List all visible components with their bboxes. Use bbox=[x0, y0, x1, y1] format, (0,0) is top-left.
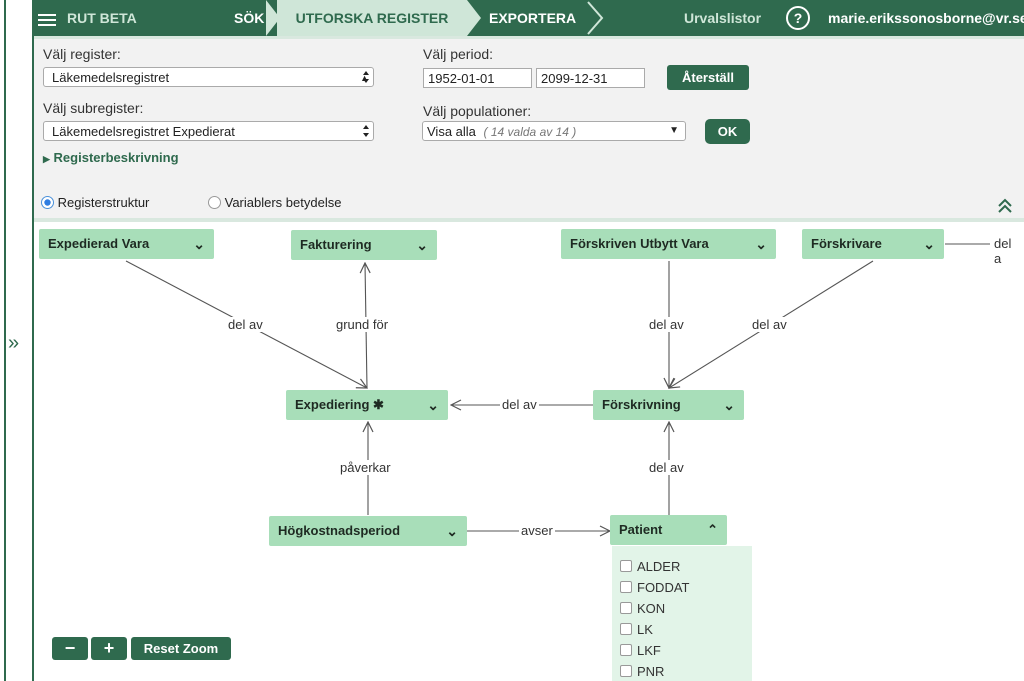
edge-label: del a bbox=[992, 236, 1024, 266]
chevron-up-icon[interactable]: ⌃ bbox=[707, 515, 718, 545]
variable-pnr[interactable]: PNR bbox=[620, 664, 664, 679]
node-label: Förskriven Utbytt Vara bbox=[570, 236, 709, 251]
checkbox-icon[interactable] bbox=[620, 602, 632, 614]
variable-lkf[interactable]: LKF bbox=[620, 643, 661, 658]
variable-kon[interactable]: KON bbox=[620, 601, 665, 616]
node-label: Fakturering bbox=[300, 237, 372, 252]
zoom-in-button[interactable]: + bbox=[91, 637, 127, 660]
checkbox-icon[interactable] bbox=[620, 581, 632, 593]
variable-lk[interactable]: LK bbox=[620, 622, 653, 637]
variable-label: ALDER bbox=[637, 559, 681, 574]
edge-label: avser bbox=[519, 523, 555, 538]
variable-label: PNR bbox=[637, 664, 665, 679]
node-label: Förskrivning bbox=[602, 397, 681, 412]
chevron-down-icon[interactable]: ⌄ bbox=[923, 229, 935, 259]
reset-zoom-button[interactable]: Reset Zoom bbox=[131, 637, 231, 660]
edge-label: del av bbox=[647, 317, 686, 332]
chevron-down-icon[interactable]: ⌄ bbox=[416, 230, 428, 260]
node-expedierad-vara[interactable]: Expedierad Vara ⌄ bbox=[39, 229, 214, 259]
variable-label: LKF bbox=[637, 643, 661, 658]
node-hogkostnadsperiod[interactable]: Högkostnadsperiod ⌄ bbox=[269, 516, 467, 546]
chevron-down-icon[interactable]: ⌄ bbox=[193, 229, 205, 259]
variable-foddat[interactable]: FODDAT bbox=[620, 580, 689, 595]
variable-alder[interactable]: ALDER bbox=[620, 559, 680, 574]
node-label: Förskrivare bbox=[811, 236, 882, 251]
node-forskrivning[interactable]: Förskrivning ⌄ bbox=[593, 390, 744, 420]
edge-label: del av bbox=[647, 460, 686, 475]
chevron-down-icon[interactable]: ⌄ bbox=[755, 229, 767, 259]
checkbox-icon[interactable] bbox=[620, 560, 632, 572]
node-expediering[interactable]: Expediering ✱ ⌄ bbox=[286, 390, 448, 420]
zoom-out-button[interactable]: − bbox=[52, 637, 88, 660]
chevron-down-icon[interactable]: ⌄ bbox=[446, 516, 458, 546]
node-forskriven-utbytt-vara[interactable]: Förskriven Utbytt Vara ⌄ bbox=[561, 229, 776, 259]
checkbox-icon[interactable] bbox=[620, 623, 632, 635]
chevron-down-icon[interactable]: ⌄ bbox=[723, 390, 735, 420]
edge-label: del av bbox=[226, 317, 265, 332]
edge-label: del av bbox=[500, 397, 539, 412]
patient-variable-list: ALDER FODDAT KON LK LKF PNR bbox=[612, 546, 752, 681]
variable-label: LK bbox=[637, 622, 653, 637]
chevron-down-icon[interactable]: ⌄ bbox=[427, 390, 439, 420]
variable-label: KON bbox=[637, 601, 666, 616]
edge-label: påverkar bbox=[338, 460, 393, 475]
checkbox-icon[interactable] bbox=[620, 665, 632, 677]
node-label: Patient bbox=[619, 522, 663, 537]
node-label: Expedierad Vara bbox=[48, 236, 150, 251]
graph-edges bbox=[125, 243, 990, 681]
variable-label: FODDAT bbox=[637, 580, 690, 595]
checkbox-icon[interactable] bbox=[620, 644, 632, 656]
node-label: Expediering ✱ bbox=[295, 397, 384, 412]
node-label: Högkostnadsperiod bbox=[278, 523, 401, 538]
node-patient[interactable]: Patient ⌃ bbox=[610, 515, 727, 545]
node-fakturering[interactable]: Fakturering ⌄ bbox=[291, 230, 437, 260]
edge-label: grund för bbox=[334, 317, 391, 332]
edge-label: del av bbox=[750, 317, 789, 332]
node-forskrivare[interactable]: Förskrivare ⌄ bbox=[802, 229, 944, 259]
